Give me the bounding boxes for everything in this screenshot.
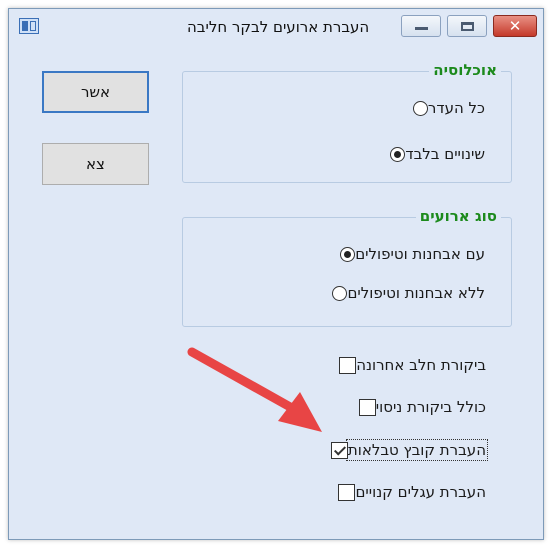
population-group: אוכלוסיה כל העדר שינויים בלבד xyxy=(182,61,512,183)
check-transfer-bought-calves-box[interactable] xyxy=(338,483,356,501)
close-button[interactable]: ✕ xyxy=(493,15,537,37)
radio-with-diagnoses[interactable]: עם אבחנות וטיפולים xyxy=(340,242,497,266)
radio-without-diagnoses[interactable]: ללא אבחנות וטיפולים xyxy=(332,281,497,305)
radio-all-herd-circle[interactable] xyxy=(412,100,428,116)
ok-button[interactable]: אשר xyxy=(42,71,149,113)
window-title: העברת ארועים לבקר חליבה xyxy=(187,18,370,36)
check-include-trial-test-box[interactable] xyxy=(358,398,376,416)
check-transfer-bought-calves[interactable]: העברת עגלים קנויים xyxy=(338,480,498,504)
maximize-button[interactable] xyxy=(447,15,487,37)
app-icon xyxy=(19,18,39,34)
check-last-milk-test-label: ביקורת חלב אחרונה xyxy=(356,356,486,374)
radio-all-herd-label: כל העדר xyxy=(427,99,485,117)
radio-all-herd[interactable]: כל העדר xyxy=(412,96,497,120)
check-transfer-table-file[interactable]: העברת קובץ טבלאות xyxy=(330,438,498,462)
close-icon: ✕ xyxy=(508,17,522,35)
radio-changes-only-label: שינויים בלבד xyxy=(405,145,485,163)
radio-without-diagnoses-circle[interactable] xyxy=(332,285,348,301)
maximize-icon xyxy=(461,22,474,31)
check-include-trial-test[interactable]: כולל ביקורת ניסוי xyxy=(358,395,498,419)
event-type-legend: סוג ארועים xyxy=(415,207,501,225)
radio-with-diagnoses-circle[interactable] xyxy=(340,246,356,262)
radio-with-diagnoses-label: עם אבחנות וטיפולים xyxy=(355,245,485,263)
dialog-window: העברת ארועים לבקר חליבה ✕ אוכלוסיה כל הע… xyxy=(8,8,544,540)
check-transfer-bought-calves-label: העברת עגלים קנויים xyxy=(355,483,486,501)
event-type-group: סוג ארועים עם אבחנות וטיפולים ללא אבחנות… xyxy=(182,207,512,327)
minimize-button[interactable] xyxy=(401,15,441,37)
exit-button[interactable]: צא xyxy=(42,143,149,185)
radio-changes-only-circle[interactable] xyxy=(390,146,406,162)
population-legend: אוכלוסיה xyxy=(429,61,501,79)
check-last-milk-test-box[interactable] xyxy=(339,356,357,374)
minimize-icon xyxy=(415,27,428,30)
check-include-trial-test-label: כולל ביקורת ניסוי xyxy=(375,398,486,416)
radio-changes-only[interactable]: שינויים בלבד xyxy=(390,142,497,166)
title-bar: העברת ארועים לבקר חליבה ✕ xyxy=(9,9,543,43)
check-last-milk-test[interactable]: ביקורת חלב אחרונה xyxy=(339,353,498,377)
radio-without-diagnoses-label: ללא אבחנות וטיפולים xyxy=(347,284,485,302)
check-transfer-table-file-box[interactable] xyxy=(330,441,348,459)
check-transfer-table-file-label: העברת קובץ טבלאות xyxy=(345,439,489,461)
